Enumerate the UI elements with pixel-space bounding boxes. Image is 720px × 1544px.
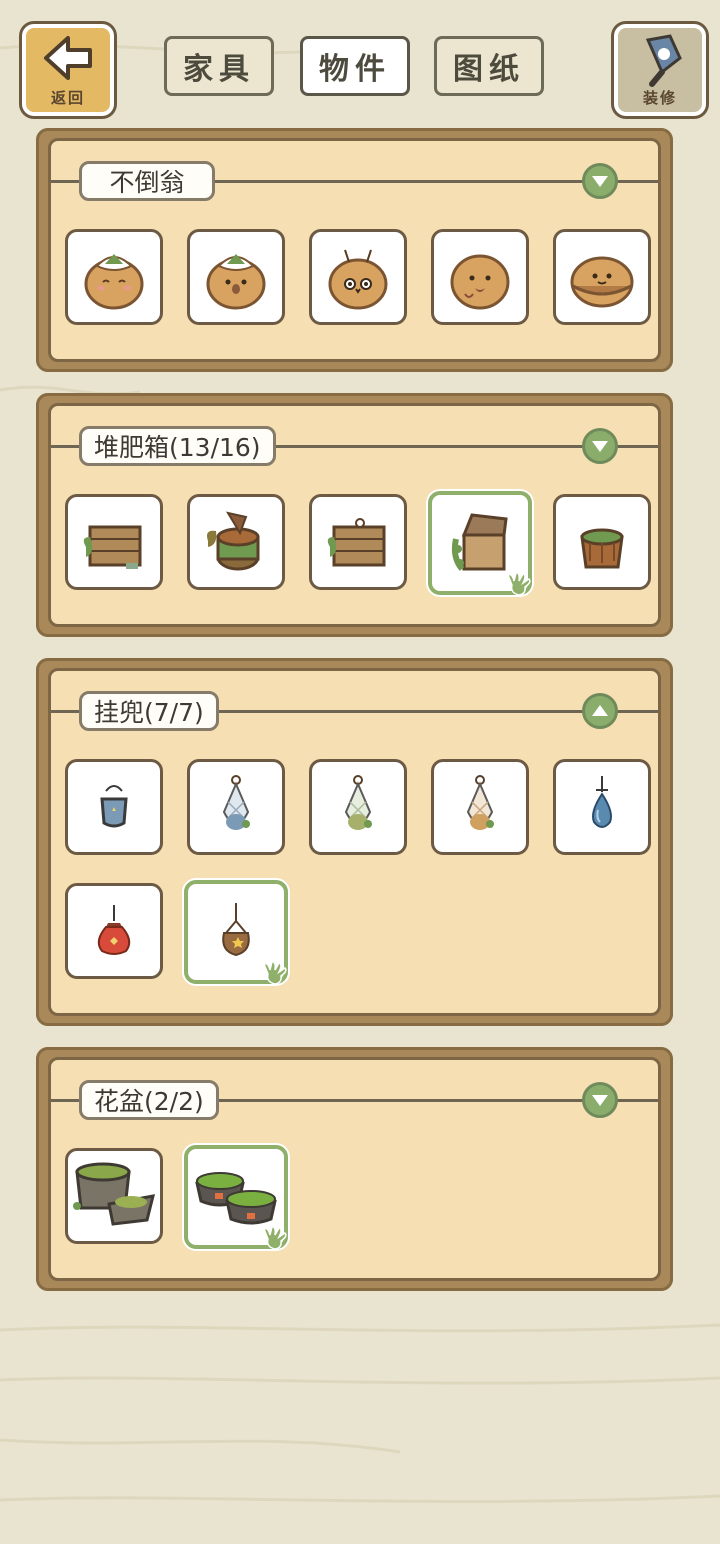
- hanging-orange-net-icon: [466, 775, 494, 830]
- tumbler-hat-icon: [570, 256, 634, 308]
- expand-toggle-button[interactable]: [582, 428, 618, 464]
- tab-blueprints-label: 图纸: [453, 52, 525, 87]
- hanging-blue-net-icon: [222, 775, 250, 830]
- item-slot[interactable]: [431, 229, 529, 325]
- hanging-red-lucky-bag-icon: [97, 905, 131, 955]
- tumbler-leaf-smile-icon: [84, 254, 144, 310]
- paint-brush-icon: [645, 34, 682, 87]
- compost-crate-icon: [83, 525, 142, 569]
- item-slot[interactable]: [187, 494, 285, 590]
- hanging-blue-bag-icon: [100, 785, 128, 828]
- tumbler-heart-icon: [450, 254, 510, 310]
- category-label: 堆肥箱(13/16): [79, 426, 276, 466]
- tab-objects-label: 物件: [319, 52, 391, 87]
- category-panel-tumbler: 不倒翁: [36, 128, 673, 372]
- back-button[interactable]: 返回: [22, 24, 114, 116]
- category-panel-flowerpot: 花盆(2/2): [36, 1047, 673, 1291]
- chevron-down-icon: [592, 1095, 608, 1106]
- collapse-toggle-button[interactable]: [582, 693, 618, 729]
- category-panel-compost: 堆肥箱(13/16): [36, 393, 673, 637]
- item-slot[interactable]: [65, 883, 163, 979]
- chevron-down-icon: [592, 176, 608, 187]
- tab-furniture[interactable]: 家具: [164, 36, 274, 96]
- item-slot[interactable]: [65, 494, 163, 590]
- compost-log-icon: [207, 511, 260, 571]
- decorate-button[interactable]: 装修: [614, 24, 706, 116]
- item-slot[interactable]: [187, 759, 285, 855]
- hanging-water-drop-icon: [592, 776, 612, 828]
- back-arrow-icon: [44, 36, 92, 80]
- item-slot-selected[interactable]: [184, 1145, 288, 1250]
- item-slot-selected[interactable]: [184, 880, 288, 985]
- chevron-down-icon: [592, 441, 608, 452]
- item-slot[interactable]: [553, 229, 651, 325]
- hanging-star-pouch-icon: [222, 903, 250, 957]
- tumbler-leaf-bird-icon: [206, 254, 266, 310]
- item-slot[interactable]: [431, 759, 529, 855]
- item-slot[interactable]: [65, 1148, 163, 1244]
- back-label: 返回: [50, 89, 85, 107]
- item-slot-selected[interactable]: [428, 491, 532, 596]
- item-slot[interactable]: [187, 229, 285, 325]
- item-slot[interactable]: [65, 229, 163, 325]
- frog-paw-icon: [263, 1226, 287, 1250]
- tab-objects[interactable]: 物件: [300, 36, 410, 96]
- item-slot[interactable]: [553, 494, 651, 590]
- item-slot[interactable]: [65, 759, 163, 855]
- compost-stump-icon: [580, 528, 624, 569]
- expand-toggle-button[interactable]: [582, 163, 618, 199]
- category-label: 花盆(2/2): [79, 1080, 219, 1120]
- item-slot[interactable]: [309, 229, 407, 325]
- item-slot[interactable]: [553, 759, 651, 855]
- tab-furniture-label: 家具: [183, 52, 255, 87]
- moss-stone-pot-icon: [73, 1162, 156, 1226]
- top-bar: 返回 家具 物件 图纸 装修: [0, 0, 720, 120]
- tab-blueprints[interactable]: 图纸: [434, 36, 544, 96]
- frog-paw-icon: [507, 572, 531, 596]
- category-label: 挂兜(7/7): [79, 691, 219, 731]
- frog-paw-icon: [263, 961, 287, 985]
- item-slot[interactable]: [309, 494, 407, 590]
- category-panel-hanging: 挂兜(7/7): [36, 658, 673, 1026]
- expand-toggle-button[interactable]: [582, 1082, 618, 1118]
- category-label: 不倒翁: [79, 161, 215, 201]
- compost-crate-2-icon: [327, 518, 386, 567]
- tumbler-antenna-icon: [328, 249, 388, 310]
- hanging-green-net-icon: [344, 775, 372, 830]
- item-slot[interactable]: [309, 759, 407, 855]
- chevron-up-icon: [592, 705, 608, 716]
- decorate-label: 装修: [642, 89, 677, 107]
